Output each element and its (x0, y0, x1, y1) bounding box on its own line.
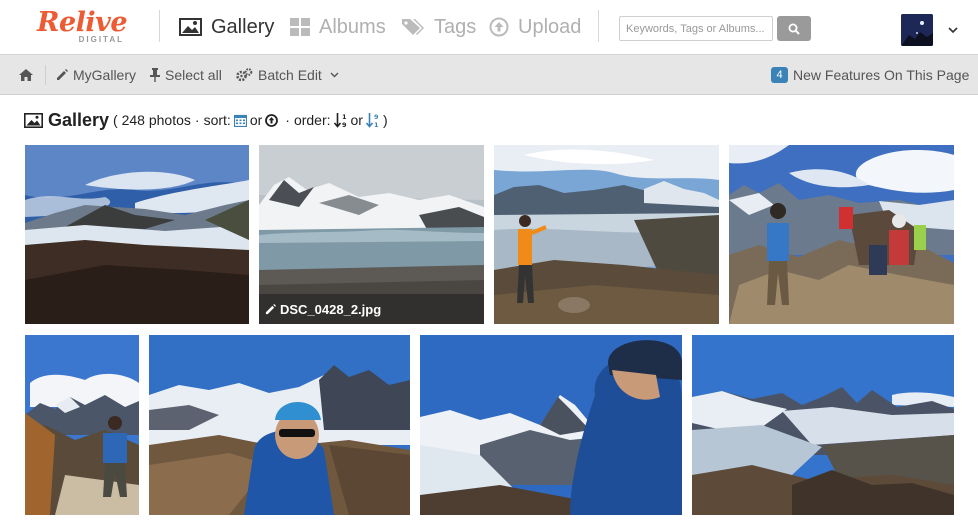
search-icon (788, 23, 800, 35)
relive-digital-logo[interactable]: Relive DIGITAL (37, 8, 132, 46)
order-label: order: (293, 112, 331, 128)
grid-icon (290, 18, 310, 36)
search-input[interactable] (619, 16, 773, 41)
heading-dot: · (194, 112, 200, 128)
search-button[interactable] (777, 16, 811, 41)
sort-by-date-button[interactable] (233, 114, 247, 127)
photo-thumbnail[interactable] (692, 335, 954, 515)
chevron-down-icon[interactable] (948, 27, 958, 34)
photo-filename: DSC_0428_2.jpg (280, 301, 382, 317)
user-avatar[interactable] (901, 14, 933, 46)
upload-icon (489, 17, 509, 37)
photo-thumbnail[interactable] (25, 335, 139, 515)
image-icon (179, 18, 202, 36)
heading-close-paren: ) (382, 112, 388, 128)
order-or: or (350, 112, 363, 128)
new-features-badge: 4 (771, 67, 788, 83)
fitzroy-panorama-photo (692, 335, 954, 515)
climber-fitzroy-photo (420, 335, 682, 515)
hiker-glacier-photo (494, 145, 719, 324)
photo-thumbnail[interactable] (494, 145, 719, 324)
sort-numeric-desc-icon: 91 (365, 113, 379, 128)
pencil-icon[interactable] (265, 303, 276, 315)
photo-count: 248 photos (121, 112, 191, 128)
upload-circle-icon (265, 113, 279, 127)
heading-dot: · (285, 112, 290, 128)
home-button[interactable] (19, 55, 38, 95)
home-icon (19, 69, 33, 81)
svg-text:1: 1 (342, 113, 347, 121)
nav-divider (598, 10, 599, 42)
group-summit-photo (729, 145, 954, 324)
order-ascending-button[interactable]: 19 (333, 112, 348, 128)
toolbar-divider (45, 65, 46, 85)
pin-icon (150, 68, 160, 82)
glacier-lake-photo (25, 145, 249, 324)
photo-thumbnail[interactable] (420, 335, 682, 515)
sort-numeric-asc-icon: 19 (333, 113, 347, 128)
order-descending-button[interactable]: 91 (365, 112, 380, 128)
nav-tags-label: Tags (434, 15, 477, 38)
new-features-label: New Features On This Page (793, 67, 970, 83)
sort-or: or (249, 112, 263, 128)
helmet-selfie-photo (149, 335, 410, 515)
tag-icon (402, 19, 424, 35)
nav-gallery[interactable]: Gallery (179, 12, 274, 42)
page-title: Gallery (48, 109, 110, 130)
photo-thumbnail[interactable]: DSC_0428_2.jpg (259, 145, 484, 324)
svg-text:1: 1 (374, 121, 379, 128)
photo-caption: DSC_0428_2.jpg (259, 294, 484, 324)
select-all-button[interactable]: Select all (150, 55, 222, 95)
batch-edit-dropdown[interactable]: Batch Edit (236, 55, 344, 95)
svg-text:9: 9 (342, 121, 347, 128)
chevron-down-icon (330, 72, 339, 78)
nav-albums-label: Albums (319, 15, 386, 38)
nav-divider (159, 10, 160, 42)
calendar-icon (233, 114, 247, 127)
nav-upload-label: Upload (518, 15, 582, 38)
nav-gallery-label: Gallery (211, 15, 275, 38)
sort-label: sort: (203, 112, 231, 128)
select-all-label: Select all (165, 67, 222, 83)
sort-by-upload-button[interactable] (265, 113, 279, 127)
gallery-toolbar: MyGallery Select all Batch Edit 4 New Fe… (0, 54, 978, 95)
photo-thumbnail[interactable] (149, 335, 410, 515)
new-features-link[interactable]: 4 New Features On This Page (771, 55, 969, 95)
batch-edit-label: Batch Edit (258, 67, 322, 83)
logo-wordmark: Relive (37, 7, 128, 38)
nav-albums[interactable]: Albums (290, 12, 386, 42)
photo-thumbnail[interactable] (729, 145, 954, 324)
nav-upload[interactable]: Upload (489, 12, 581, 42)
logo-subtitle: DIGITAL (78, 35, 124, 44)
svg-text:9: 9 (374, 113, 379, 121)
nav-tags[interactable]: Tags (401, 12, 476, 42)
my-gallery-button[interactable]: MyGallery (56, 55, 136, 95)
top-navbar: Relive DIGITAL Gallery Albums Tags Uploa… (0, 0, 978, 54)
image-icon (24, 112, 43, 128)
gallery-heading: Gallery ( 248 photos · sort: or · order:… (24, 108, 388, 132)
gears-icon (236, 68, 253, 82)
photo-thumbnail[interactable] (25, 145, 249, 324)
pencil-icon (57, 69, 68, 80)
heading-open-paren: ( (113, 112, 118, 128)
hiker-peaks-photo (25, 335, 139, 515)
my-gallery-label: MyGallery (73, 67, 137, 83)
